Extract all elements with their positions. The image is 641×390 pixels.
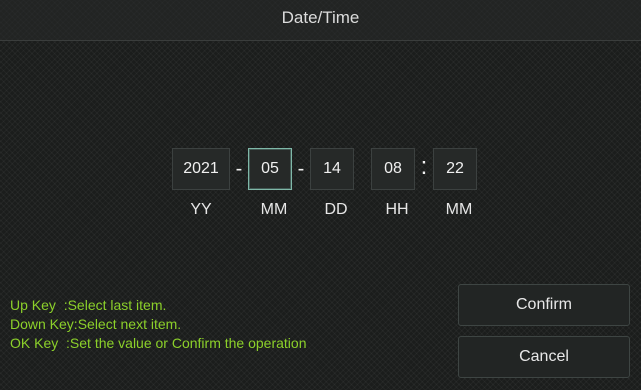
date-time-dialog: Date/Time 2021 - 05 - 14 08 : 22 YY MM D…: [0, 0, 641, 390]
day-unit-label: DD: [324, 201, 348, 218]
date-separator: -: [297, 158, 305, 180]
day-field[interactable]: 14: [310, 148, 354, 190]
unit-labels: YY MM DD HH MM: [0, 201, 641, 221]
title-bar: Date/Time: [0, 0, 641, 41]
hour-field[interactable]: 08: [371, 148, 415, 190]
hour-unit-label: HH: [385, 201, 409, 218]
cancel-button[interactable]: Cancel: [458, 336, 630, 378]
help-line-down-key: Down Key:Select next item.: [10, 316, 182, 332]
help-line-up-key: Up Key :Select last item.: [10, 297, 167, 313]
month-field[interactable]: 05: [248, 148, 292, 190]
page-title: Date/Time: [281, 8, 360, 27]
help-line-ok-key: OK Key :Set the value or Confirm the ope…: [10, 335, 307, 351]
confirm-button[interactable]: Confirm: [458, 284, 630, 326]
date-time-editor: 2021 - 05 - 14 08 : 22: [172, 148, 477, 190]
year-unit-label: YY: [190, 201, 212, 218]
date-separator: -: [235, 158, 243, 180]
year-field[interactable]: 2021: [172, 148, 230, 190]
key-help-text: Up Key :Select last item. Down Key:Selec…: [10, 296, 307, 353]
month-unit-label: MM: [260, 201, 288, 218]
minute-field[interactable]: 22: [433, 148, 477, 190]
time-separator: :: [420, 153, 428, 180]
minute-unit-label: MM: [445, 201, 473, 218]
